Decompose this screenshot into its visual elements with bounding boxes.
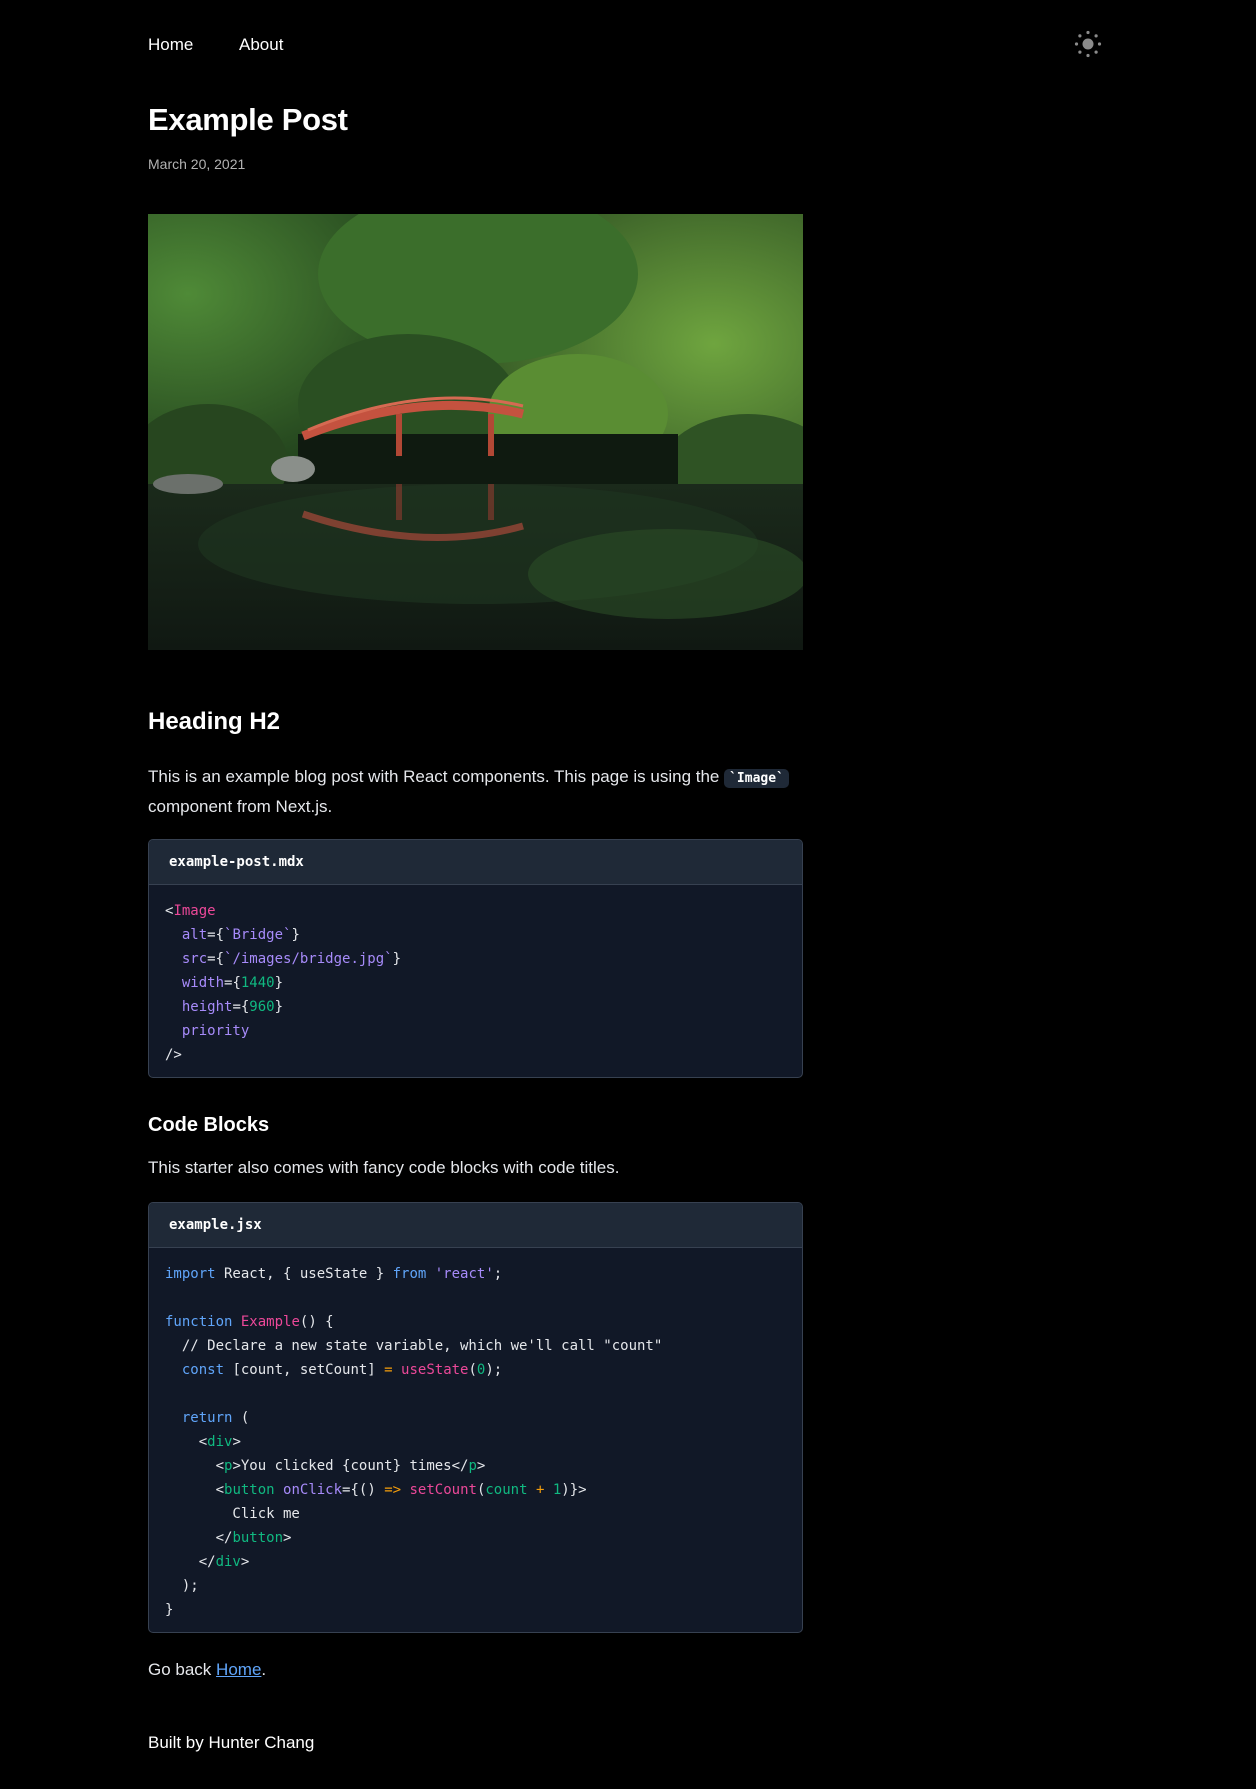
code-block-example-jsx: example.jsx import React, { useState } f… bbox=[148, 1202, 803, 1633]
code-line: <p>You clicked {count} times</p> bbox=[165, 1458, 486, 1474]
code-line: <Image bbox=[165, 903, 216, 919]
code-block-title: example-post.mdx bbox=[149, 840, 802, 885]
post-title: Example Post bbox=[148, 102, 348, 137]
code-line: <div> bbox=[165, 1434, 241, 1450]
code-content[interactable]: <Image alt={`Bridge`} src={`/images/brid… bbox=[149, 885, 802, 1077]
code-line: /> bbox=[165, 1047, 182, 1063]
sun-icon bbox=[1074, 30, 1102, 58]
code-line: alt={`Bridge`} bbox=[181, 927, 300, 943]
nav-about-link[interactable]: About bbox=[239, 35, 283, 55]
code-line: </div> bbox=[165, 1554, 250, 1570]
post-date: March 20, 2021 bbox=[148, 156, 246, 172]
nav-home-link[interactable]: Home bbox=[148, 35, 193, 55]
code-line: function Example() { bbox=[165, 1314, 334, 1330]
code-line: } bbox=[165, 1602, 174, 1618]
code-blocks-paragraph: This starter also comes with fancy code … bbox=[148, 1158, 620, 1177]
code-content[interactable]: import React, { useState } from 'react';… bbox=[149, 1248, 802, 1632]
hero-image-bridge bbox=[148, 214, 803, 650]
footer-credit: Built by Hunter Chang bbox=[148, 1733, 315, 1752]
code-block-example-post: example-post.mdx <Image alt={`Bridge`} s… bbox=[148, 839, 803, 1078]
code-line: Click me bbox=[165, 1506, 300, 1522]
period-text: . bbox=[261, 1660, 267, 1679]
section-heading-code-blocks: Code Blocks bbox=[148, 1114, 270, 1136]
code-line: height={960} bbox=[181, 999, 284, 1015]
intro-text-start: This is an example blog post with React … bbox=[148, 767, 725, 786]
section-heading-h2: Heading H2 bbox=[148, 708, 281, 735]
code-line: width={1440} bbox=[181, 975, 284, 991]
code-line: src={`/images/bridge.jpg`} bbox=[181, 951, 402, 967]
intro-text-end: component from Next.js. bbox=[148, 797, 333, 816]
home-link[interactable]: Home bbox=[216, 1660, 261, 1679]
code-line: priority bbox=[181, 1023, 250, 1039]
code-line: // Declare a new state variable, which w… bbox=[165, 1338, 663, 1354]
code-line: import React, { useState } from 'react'; bbox=[165, 1266, 503, 1282]
code-line: </button> bbox=[165, 1530, 292, 1546]
intro-paragraph: This is an example blog post with React … bbox=[148, 763, 808, 821]
inline-code-image: `Image` bbox=[724, 769, 789, 788]
top-nav: Home About bbox=[148, 30, 1103, 65]
go-back-paragraph: Go back Home. bbox=[148, 1656, 808, 1684]
theme-toggle-button[interactable] bbox=[1073, 29, 1103, 59]
code-block-title: example.jsx bbox=[149, 1203, 802, 1248]
go-back-text: Go back bbox=[148, 1660, 217, 1679]
code-line: return ( bbox=[181, 1410, 250, 1426]
code-line: <button onClick={() => setCount(count + … bbox=[165, 1482, 587, 1498]
code-line: ); bbox=[165, 1578, 199, 1594]
code-line: const [count, setCount] = useState(0); bbox=[181, 1362, 503, 1378]
